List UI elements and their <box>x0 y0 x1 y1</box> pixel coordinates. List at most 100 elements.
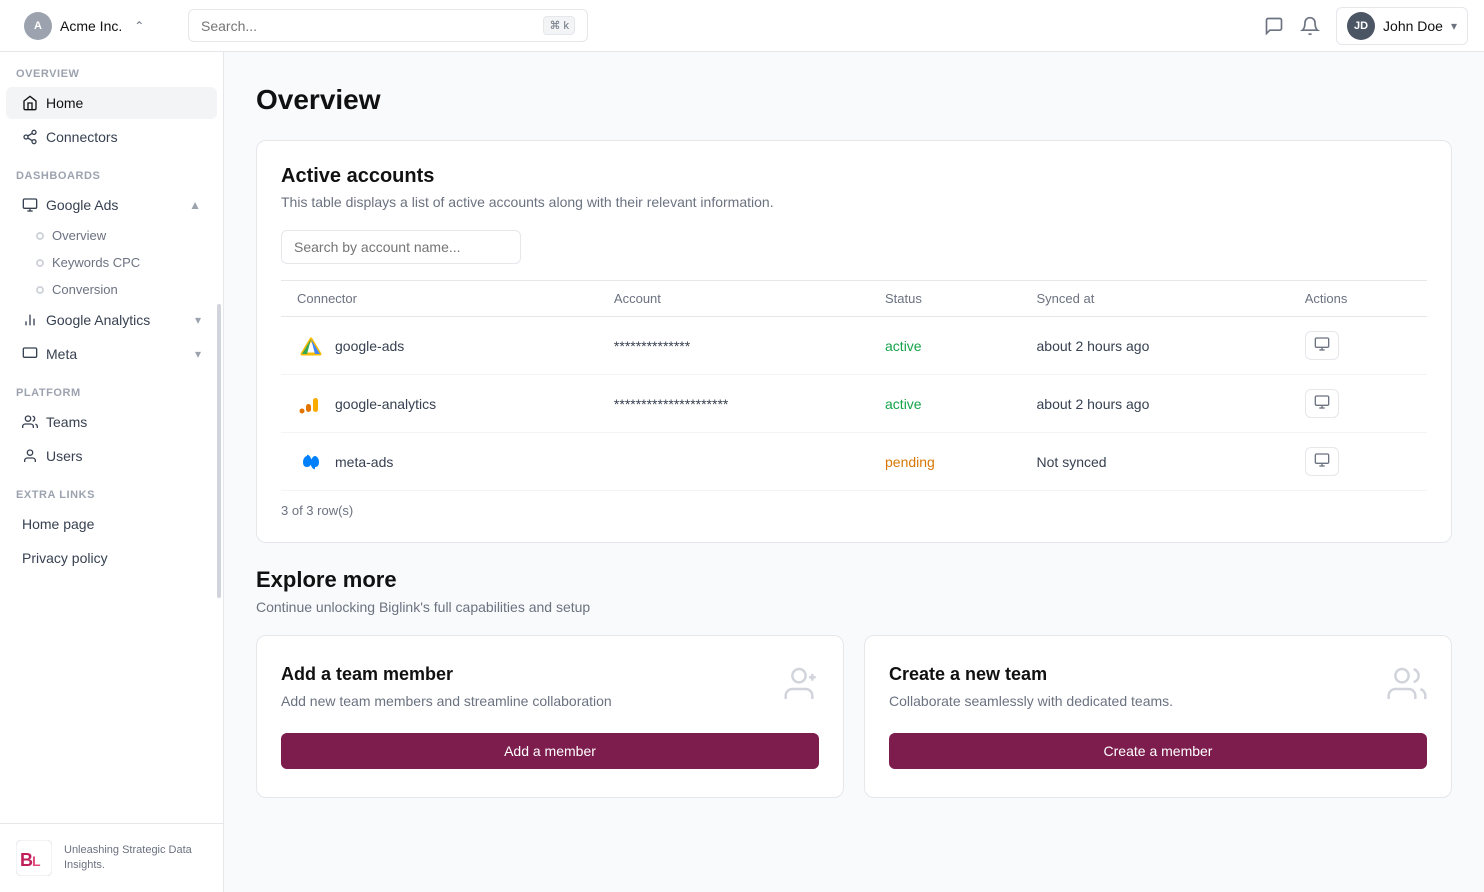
account-cell-1: ************** <box>598 317 869 375</box>
active-accounts-title: Active accounts <box>281 165 1427 188</box>
sidebar-item-connectors[interactable]: Connectors <box>6 121 217 153</box>
table-row: meta-ads pending Not synced <box>281 433 1427 491</box>
synced-at-cell-2: about 2 hours ago <box>1021 375 1289 433</box>
user-chevron-icon: ▾ <box>1451 19 1457 33</box>
connector-cell-3: meta-ads <box>281 433 598 491</box>
explore-card-add-member-icon <box>779 664 819 712</box>
users-icon <box>22 448 38 464</box>
sidebar: OVERVIEW Home Connectors DASHBOARDS Goog… <box>0 52 224 892</box>
sidebar-sub-overview-label: Overview <box>52 228 106 243</box>
connectors-icon <box>22 129 38 145</box>
google-ads-chevron-icon: ▲ <box>189 198 201 212</box>
col-synced-at: Synced at <box>1021 281 1289 317</box>
explore-card-create-team-icon <box>1387 664 1427 712</box>
synced-at-cell-3: Not synced <box>1021 433 1289 491</box>
sidebar-item-privacy-policy[interactable]: Privacy policy <box>6 542 217 574</box>
main-content: Overview Active accounts This table disp… <box>224 52 1484 892</box>
dot-icon-2 <box>36 259 44 267</box>
col-account: Account <box>598 281 869 317</box>
sidebar-item-home-label: Home <box>46 95 83 111</box>
chart-icon-2 <box>1314 394 1330 410</box>
explore-card-add-member-content: Add a team member Add new team members a… <box>281 664 819 733</box>
sidebar-item-google-ads[interactable]: Google Ads ▲ <box>6 189 217 221</box>
sidebar-item-home[interactable]: Home <box>6 87 217 119</box>
connector-cell: google-ads <box>281 317 598 375</box>
sidebar-item-users[interactable]: Users <box>6 440 217 472</box>
explore-card-add-member-desc: Add new team members and streamline coll… <box>281 693 819 709</box>
user-menu[interactable]: JD John Doe ▾ <box>1336 7 1468 45</box>
sidebar-sub-item-overview[interactable]: Overview <box>0 222 223 249</box>
col-connector: Connector <box>281 281 598 317</box>
accounts-table: Connector Account Status Synced at Actio… <box>281 280 1427 491</box>
google-analytics-name: google-analytics <box>335 396 436 412</box>
explore-card-create-team-content: Create a new team Collaborate seamlessly… <box>889 664 1427 733</box>
sidebar-sub-item-keywords-cpc[interactable]: Keywords CPC <box>0 249 223 276</box>
view-action-btn-2[interactable] <box>1305 389 1339 418</box>
google-analytics-left: Google Analytics <box>22 312 150 328</box>
sidebar-item-home-page-label: Home page <box>22 516 94 532</box>
home-icon <box>22 95 38 111</box>
meta-ads-name: meta-ads <box>335 454 393 470</box>
sidebar-item-teams-label: Teams <box>46 414 87 430</box>
create-team-icon <box>1387 664 1427 704</box>
sidebar-item-users-label: Users <box>46 448 83 464</box>
sidebar-item-teams[interactable]: Teams <box>6 406 217 438</box>
bell-icon-button[interactable] <box>1300 16 1320 36</box>
svg-text:L: L <box>32 853 41 869</box>
create-member-button[interactable]: Create a member <box>889 733 1427 769</box>
explore-card-create-team: Create a new team Collaborate seamlessly… <box>864 635 1452 798</box>
teams-icon <box>22 414 38 430</box>
chart-icon-1 <box>1314 336 1330 352</box>
meta-logo-icon <box>297 448 325 476</box>
sidebar-footer: B L Unleashing Strategic Data Insights. <box>0 823 223 892</box>
org-switcher[interactable]: A Acme Inc. ⌃ <box>16 8 176 44</box>
sidebar-scrollbar[interactable] <box>217 304 221 598</box>
sidebar-item-google-analytics[interactable]: Google Analytics ▾ <box>6 304 217 336</box>
connector-cell-content-2: google-analytics <box>297 390 582 418</box>
sidebar-item-privacy-policy-label: Privacy policy <box>22 550 108 566</box>
google-ads-icon <box>22 197 38 213</box>
explore-more-desc: Continue unlocking Biglink's full capabi… <box>256 599 1452 615</box>
google-analytics-icon <box>22 312 38 328</box>
view-action-btn-3[interactable] <box>1305 447 1339 476</box>
add-user-icon <box>779 664 819 704</box>
dot-icon <box>36 232 44 240</box>
explore-card-add-member: Add a team member Add new team members a… <box>256 635 844 798</box>
add-member-button[interactable]: Add a member <box>281 733 819 769</box>
org-name: Acme Inc. <box>60 18 122 34</box>
explore-card-add-member-title: Add a team member <box>281 664 819 685</box>
col-status: Status <box>869 281 1021 317</box>
sidebar-item-connectors-label: Connectors <box>46 129 118 145</box>
dot-icon-3 <box>36 286 44 294</box>
active-accounts-desc: This table displays a list of active acc… <box>281 194 1427 210</box>
connector-cell-2: google-analytics <box>281 375 598 433</box>
status-cell-1: active <box>869 317 1021 375</box>
sidebar-item-google-ads-label: Google Ads <box>46 197 118 213</box>
search-bar[interactable]: ⌘ k <box>188 9 588 42</box>
google-ads-left: Google Ads <box>22 197 118 213</box>
user-avatar: JD <box>1347 12 1375 40</box>
layout: OVERVIEW Home Connectors DASHBOARDS Goog… <box>0 52 1484 892</box>
sidebar-sub-item-conversion[interactable]: Conversion <box>0 276 223 303</box>
sidebar-item-home-page[interactable]: Home page <box>6 508 217 540</box>
status-badge-active-1: active <box>885 338 922 354</box>
explore-more-title: Explore more <box>256 567 1452 593</box>
connector-cell-content: google-ads <box>297 332 582 360</box>
sidebar-section-overview: OVERVIEW <box>0 52 223 86</box>
account-search-input[interactable] <box>281 230 521 264</box>
topbar: A Acme Inc. ⌃ ⌘ k JD John Doe ▾ <box>0 0 1484 52</box>
rows-info: 3 of 3 row(s) <box>281 503 1427 518</box>
biglink-logo: B L <box>16 840 52 876</box>
view-action-btn-1[interactable] <box>1305 331 1339 360</box>
sidebar-item-meta-label: Meta <box>46 346 77 362</box>
sidebar-section-dashboards: DASHBOARDS <box>0 154 223 188</box>
sidebar-item-meta[interactable]: Meta ▾ <box>6 338 217 370</box>
search-input[interactable] <box>201 18 535 34</box>
bell-icon <box>1300 16 1320 36</box>
biglink-logo-icon: B L <box>16 840 52 876</box>
status-badge-pending: pending <box>885 454 935 470</box>
topbar-right: JD John Doe ▾ <box>1264 7 1468 45</box>
explore-card-create-team-desc: Collaborate seamlessly with dedicated te… <box>889 693 1427 709</box>
actions-cell-3 <box>1289 433 1427 491</box>
chat-icon-button[interactable] <box>1264 16 1284 36</box>
